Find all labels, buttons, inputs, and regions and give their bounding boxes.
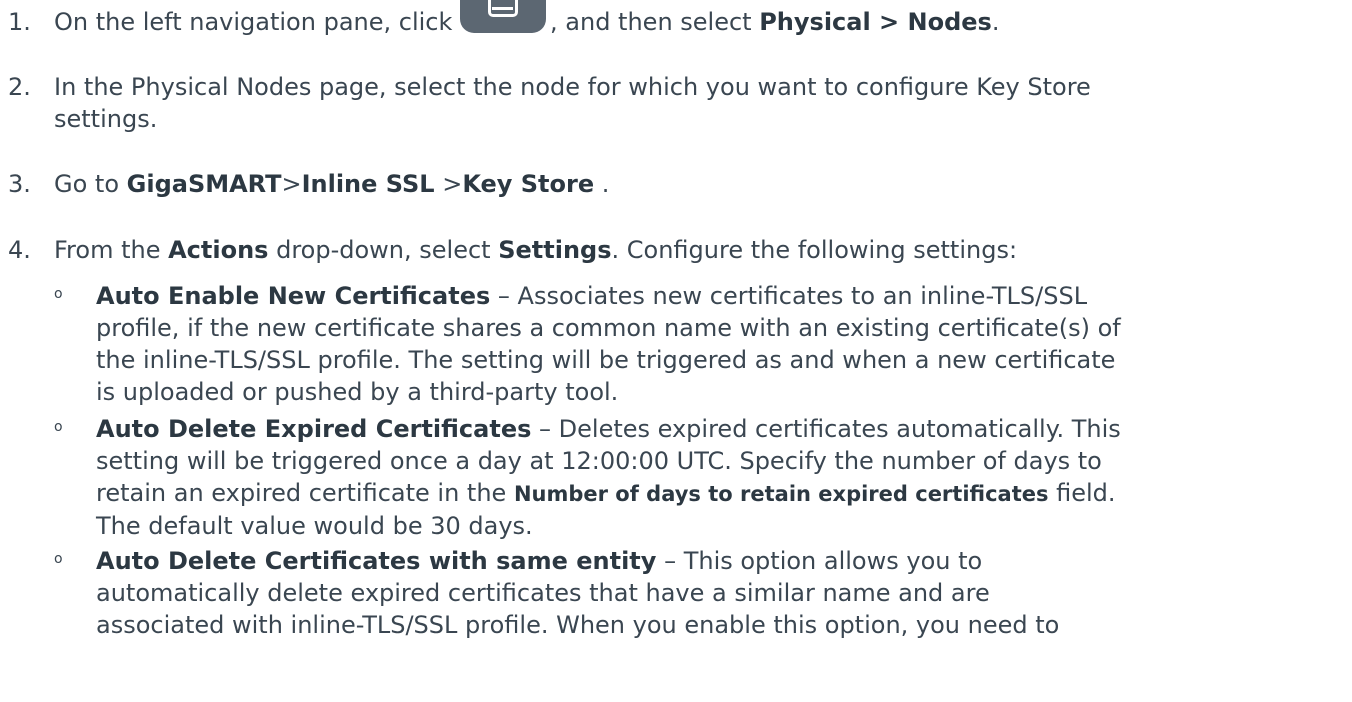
step-text: On the left navigation pane, click , and…: [54, 0, 1338, 38]
bullet-marker: o: [54, 551, 63, 567]
menu-gigasmart: GigaSMART: [126, 170, 282, 198]
field-name-number-of-days: Number of days to retain expired certifi…: [513, 482, 1049, 506]
menu-key-store: Key Store: [462, 170, 595, 198]
step-number: 4.: [8, 236, 31, 264]
step-number: 1.: [8, 8, 31, 36]
bullet-marker: o: [54, 419, 63, 435]
server-device-icon[interactable]: [460, 0, 547, 35]
document-page: 1. On the left navigation pane, click , …: [0, 0, 1352, 702]
bullet-marker: o: [54, 286, 63, 302]
step-text: In the Physical Nodes page, select the n…: [54, 73, 1091, 133]
step-text: From the Actions drop-down, select Setti…: [54, 236, 1018, 264]
step-number: 2.: [8, 73, 31, 101]
settings-option-label: Settings: [498, 236, 612, 264]
step-text: Go to GigaSMART>Inline SSL >Key Store .: [54, 170, 610, 198]
bullet-text: Auto Enable New Certificates – Associate…: [96, 282, 1121, 406]
menu-path-physical-nodes: Physical > Nodes: [759, 8, 992, 36]
bullet-text: Auto Delete Expired Certificates – Delet…: [96, 415, 1121, 540]
step-number: 3.: [8, 170, 31, 198]
actions-dropdown-label: Actions: [168, 236, 269, 264]
menu-inline-ssl: Inline SSL: [301, 170, 435, 198]
bullet-text: Auto Delete Certificates with same entit…: [96, 547, 1060, 639]
